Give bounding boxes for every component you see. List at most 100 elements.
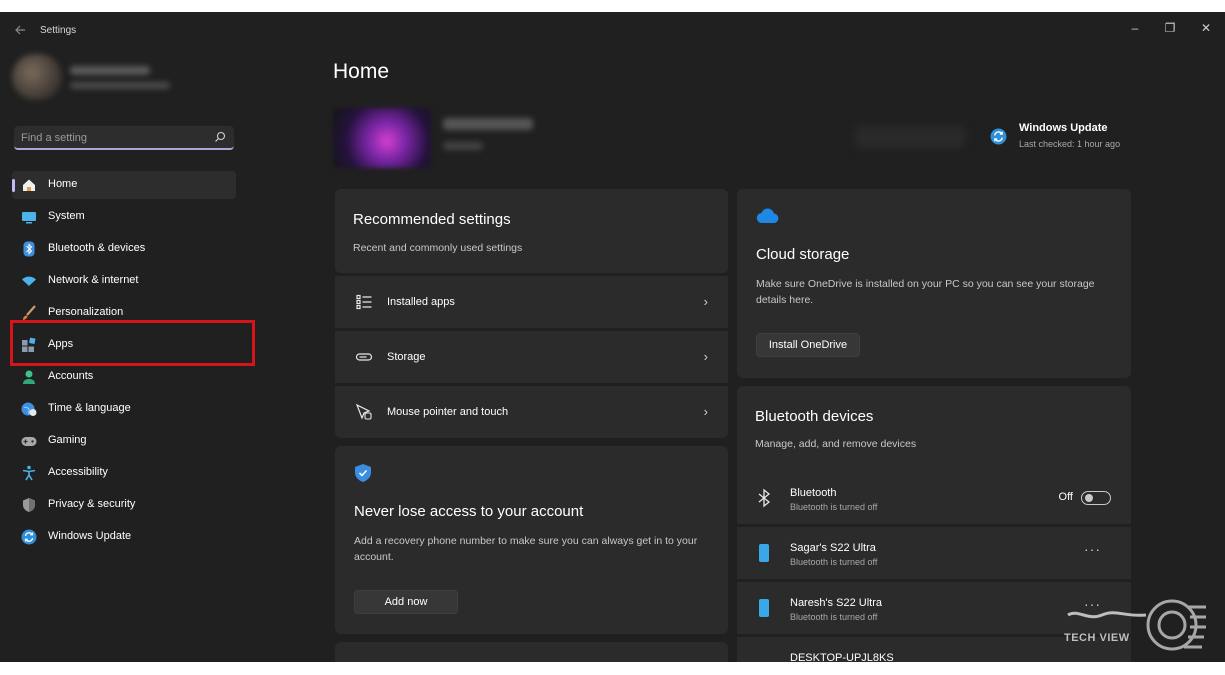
user-name-blurred xyxy=(70,66,150,75)
recommended-row-installed-apps[interactable]: Installed apps › xyxy=(335,276,728,328)
minimize-button[interactable]: – xyxy=(1120,17,1150,39)
sidebar-item-label: Personalization xyxy=(48,306,124,318)
bluetooth-device-row[interactable]: Sagar's S22 Ultra Bluetooth is turned of… xyxy=(737,527,1131,579)
device-status: Bluetooth is turned off xyxy=(790,612,878,622)
wallpaper-thumbnail[interactable] xyxy=(333,108,431,168)
account-security-card: Never lose access to your account Add a … xyxy=(335,446,728,634)
bluetooth-label: Bluetooth xyxy=(790,487,837,499)
sidebar-item-gaming[interactable]: Gaming xyxy=(12,427,236,455)
sidebar-item-label: Accounts xyxy=(48,370,94,382)
recommended-row-storage[interactable]: Storage › xyxy=(335,331,728,383)
sidebar-item-accessibility[interactable]: Accessibility xyxy=(12,459,236,487)
storage-icon xyxy=(355,353,373,361)
row-label: Mouse pointer and touch xyxy=(387,406,509,418)
sidebar-item-label: System xyxy=(48,210,85,222)
windows-update-title[interactable]: Windows Update xyxy=(1019,122,1108,134)
title-bar: Settings – ❐ ✕ xyxy=(0,12,1225,50)
toggle-knob xyxy=(1085,494,1093,502)
row-label: Installed apps xyxy=(387,296,455,308)
sidebar-item-bluetooth-devices[interactable]: Bluetooth & devices xyxy=(12,235,236,263)
bluetooth-devices-title: Bluetooth devices xyxy=(755,408,874,425)
windows-update-icon xyxy=(990,128,1007,145)
search-placeholder: Find a setting xyxy=(21,132,88,144)
sidebar-item-system[interactable]: System xyxy=(12,203,236,231)
arrow-left-icon xyxy=(15,25,25,35)
sidebar-item-label: Time & language xyxy=(48,402,131,414)
person-icon xyxy=(23,370,35,384)
recommended-title: Recommended settings xyxy=(353,211,511,228)
shield-icon xyxy=(23,498,35,512)
sidebar-item-accounts[interactable]: Accounts xyxy=(12,363,236,391)
more-options-button[interactable]: ··· xyxy=(1084,541,1101,557)
recommended-settings-card: Recommended settings Recent and commonly… xyxy=(335,189,728,273)
account-card-description: Add a recovery phone number to make sure… xyxy=(354,535,698,563)
app-title: Settings xyxy=(40,25,77,36)
avatar xyxy=(12,54,62,100)
bluetooth-devices-card: Bluetooth devices Manage, add, and remov… xyxy=(737,386,1131,476)
recommended-subtitle: Recent and commonly used settings xyxy=(353,242,523,254)
next-card-partial xyxy=(335,642,728,662)
device-name: Naresh's S22 Ultra xyxy=(790,597,882,609)
globe-clock-icon xyxy=(21,402,37,416)
home-icon xyxy=(23,179,35,191)
bluetooth-symbol-icon xyxy=(758,488,771,508)
pointer-icon xyxy=(355,403,372,420)
tech-view-logo xyxy=(1067,599,1206,651)
search-icon xyxy=(215,131,226,142)
onedrive-status-blurred xyxy=(855,126,965,148)
update-icon xyxy=(21,529,37,545)
sidebar-item-label: Accessibility xyxy=(48,466,108,478)
phone-icon xyxy=(759,544,769,562)
restore-button[interactable]: ❐ xyxy=(1155,17,1185,39)
bluetooth-icon xyxy=(23,241,35,257)
device-name: Sagar's S22 Ultra xyxy=(790,542,876,554)
device-status: Bluetooth is turned off xyxy=(790,557,878,567)
cloud-icon xyxy=(756,208,779,224)
bluetooth-status: Bluetooth is turned off xyxy=(790,502,878,512)
back-button[interactable] xyxy=(12,23,28,39)
system-icon xyxy=(22,212,36,224)
sidebar-item-windows-update[interactable]: Windows Update xyxy=(12,523,236,551)
chevron-right-icon: › xyxy=(703,294,708,309)
bluetooth-toggle-state: Off xyxy=(1058,491,1073,503)
row-label: Storage xyxy=(387,351,426,363)
sidebar-item-label: Bluetooth & devices xyxy=(48,242,146,254)
sidebar-item-privacy-security[interactable]: Privacy & security xyxy=(12,491,236,519)
install-onedrive-button[interactable]: Install OneDrive xyxy=(756,333,860,357)
sidebar-item-label: Windows Update xyxy=(48,530,132,542)
search-input[interactable]: Find a setting xyxy=(14,126,234,150)
user-email-blurred xyxy=(70,82,170,89)
page-title: Home xyxy=(333,60,390,83)
apps-highlight-box xyxy=(10,320,255,366)
device-name: DESKTOP-UPJL8KS xyxy=(790,652,894,662)
settings-window: Settings – ❐ ✕ Find a setting Home Syste… xyxy=(0,12,1225,662)
bluetooth-toggle[interactable] xyxy=(1081,491,1111,505)
list-icon xyxy=(356,294,372,310)
shield-check-icon xyxy=(355,464,371,482)
windows-update-status: Last checked: 1 hour ago xyxy=(1019,139,1121,149)
bluetooth-devices-subtitle: Manage, add, and remove devices xyxy=(755,438,917,450)
cloud-storage-title: Cloud storage xyxy=(756,246,850,263)
gamepad-icon xyxy=(21,437,37,446)
cloud-storage-card: Cloud storage Make sure OneDrive is inst… xyxy=(737,189,1131,378)
monitor-icon xyxy=(757,653,771,662)
brush-icon xyxy=(23,305,36,320)
sidebar-item-label: Gaming xyxy=(48,434,87,446)
accessibility-icon xyxy=(22,465,36,481)
chevron-right-icon: › xyxy=(703,349,708,364)
device-detail-blurred xyxy=(443,142,483,150)
bluetooth-toggle-row: Bluetooth Bluetooth is turned off Off xyxy=(737,472,1131,524)
recommended-row-mouse-pointer[interactable]: Mouse pointer and touch › xyxy=(335,386,728,438)
sidebar-item-label: Home xyxy=(48,178,78,190)
sidebar-item-home[interactable]: Home xyxy=(12,171,236,199)
user-profile[interactable] xyxy=(12,54,182,100)
phone-icon xyxy=(759,599,769,617)
sidebar-item-network[interactable]: Network & internet xyxy=(12,267,236,295)
add-now-button[interactable]: Add now xyxy=(354,590,458,614)
sidebar-item-label: Privacy & security xyxy=(48,498,136,510)
cloud-storage-description: Make sure OneDrive is installed on your … xyxy=(756,278,1095,306)
active-indicator xyxy=(12,179,15,192)
wifi-icon xyxy=(22,276,36,286)
close-button[interactable]: ✕ xyxy=(1191,17,1221,39)
sidebar-item-time-language[interactable]: Time & language xyxy=(12,395,236,423)
